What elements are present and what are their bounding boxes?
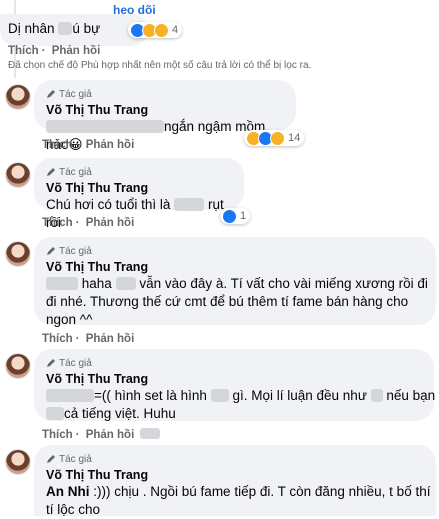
pencil-icon	[47, 455, 55, 463]
reply-reactions[interactable]: 14	[244, 130, 305, 146]
reply-button[interactable]: Phản hồi	[86, 333, 135, 345]
reply-text: haha vẫn vào đây à. Tí vất cho vài miếng…	[46, 276, 428, 327]
top-comment-bubble: Dị nhân ú bự	[0, 14, 148, 46]
redacted-text	[46, 389, 94, 402]
reply-actions: Thích · Phản hồi	[42, 333, 137, 345]
reaction-count: 14	[288, 132, 301, 144]
reply-bubble: Tác giả Võ Thị Thu Trang An Nhi :))) chị…	[34, 445, 436, 517]
reply-bubble: Tác giả Võ Thị Thu Trang =(( hình set là…	[34, 349, 435, 423]
reply-button[interactable]: Phản hồi	[86, 429, 135, 441]
author-badge: Tác giả	[46, 165, 232, 179]
author-name[interactable]: Võ Thị Thu Trang	[46, 259, 424, 275]
reaction-count: 4	[172, 24, 179, 36]
pencil-icon	[47, 168, 55, 176]
reply-bubble: Tác giả Võ Thị Thu Trang haha vẫn vào đâ…	[34, 237, 436, 327]
reply-bubble: Tác giả Võ Thị Thu Trang Chú hơi có tuổi…	[34, 158, 244, 230]
author-name[interactable]: Võ Thị Thu Trang	[46, 371, 422, 387]
pencil-icon	[47, 359, 55, 367]
reaction-count: 1	[240, 210, 247, 222]
dot-separator: ·	[75, 429, 80, 441]
author-badge-label: Tác giả	[59, 453, 92, 465]
reply-button[interactable]: Phản hồi	[52, 45, 101, 57]
reply-actions: Thích · Phản hồi	[42, 217, 137, 229]
author-badge: Tác giả	[46, 244, 424, 258]
wow-reaction-icon	[154, 22, 169, 38]
author-badge: Tác giả	[46, 87, 284, 101]
redacted-text	[58, 22, 73, 35]
top-actions: Thích · Phản hồi	[8, 45, 103, 57]
top-comment-text: Dị nhân ú bự	[8, 21, 101, 36]
like-button[interactable]: Thích	[42, 429, 73, 441]
author-badge-label: Tác giả	[59, 166, 92, 178]
avatar[interactable]	[5, 162, 31, 188]
author-name[interactable]: Võ Thị Thu Trang	[46, 102, 284, 118]
avatar[interactable]	[5, 449, 31, 475]
reply-actions: Thích · Phản hồi	[42, 428, 163, 441]
reply-text: =(( hình set là hình gì. Mọi lí luận đều…	[46, 387, 435, 423]
redacted-text	[370, 389, 383, 402]
top-reactions[interactable]: 4	[128, 22, 183, 38]
author-name[interactable]: Võ Thị Thu Trang	[46, 180, 232, 196]
like-button[interactable]: Thích	[8, 45, 39, 57]
dot-separator: ·	[75, 217, 80, 229]
wow-reaction-icon	[270, 130, 285, 146]
avatar[interactable]	[5, 353, 31, 379]
redacted-text	[174, 198, 205, 211]
dot-separator: ·	[41, 45, 46, 57]
like-button[interactable]: Thích	[42, 139, 73, 151]
pencil-icon	[47, 247, 55, 255]
redacted-text	[46, 120, 164, 133]
author-badge: Tác giả	[46, 452, 424, 466]
reply-bubble: Tác giả Võ Thị Thu Trang ngắn ngậm mồm n…	[34, 80, 296, 152]
reply-button[interactable]: Phản hồi	[86, 139, 135, 151]
like-button[interactable]: Thích	[42, 217, 73, 229]
author-badge: Tác giả	[46, 356, 422, 370]
mention-link[interactable]: An Nhi	[46, 484, 90, 499]
pencil-icon	[47, 90, 55, 98]
reply-reactions[interactable]: 1	[220, 208, 251, 224]
redacted-text	[115, 277, 136, 290]
like-button[interactable]: Thích	[42, 333, 73, 345]
like-reaction-icon	[222, 208, 237, 224]
author-badge-label: Tác giả	[59, 245, 92, 257]
redacted-text	[46, 407, 64, 420]
filter-notice: Đã chọn chế độ Phù hợp nhất nên một số c…	[8, 60, 312, 71]
dot-separator: ·	[75, 333, 80, 345]
redacted-text	[46, 277, 78, 290]
redacted-text	[210, 389, 229, 402]
dot-separator: ·	[75, 139, 80, 151]
reply-button[interactable]: Phản hồi	[86, 217, 135, 229]
redacted-text	[140, 428, 161, 439]
author-name[interactable]: Võ Thị Thu Trang	[46, 467, 424, 483]
author-badge-label: Tác giả	[59, 357, 92, 369]
reply-text: An Nhi :))) chịu . Ngồi bú fame tiếp đi.…	[46, 484, 431, 517]
reply-actions: Thích · Phản hồi	[42, 139, 137, 151]
author-badge-label: Tác giả	[59, 88, 92, 100]
avatar[interactable]	[5, 241, 31, 267]
avatar[interactable]	[5, 84, 31, 110]
